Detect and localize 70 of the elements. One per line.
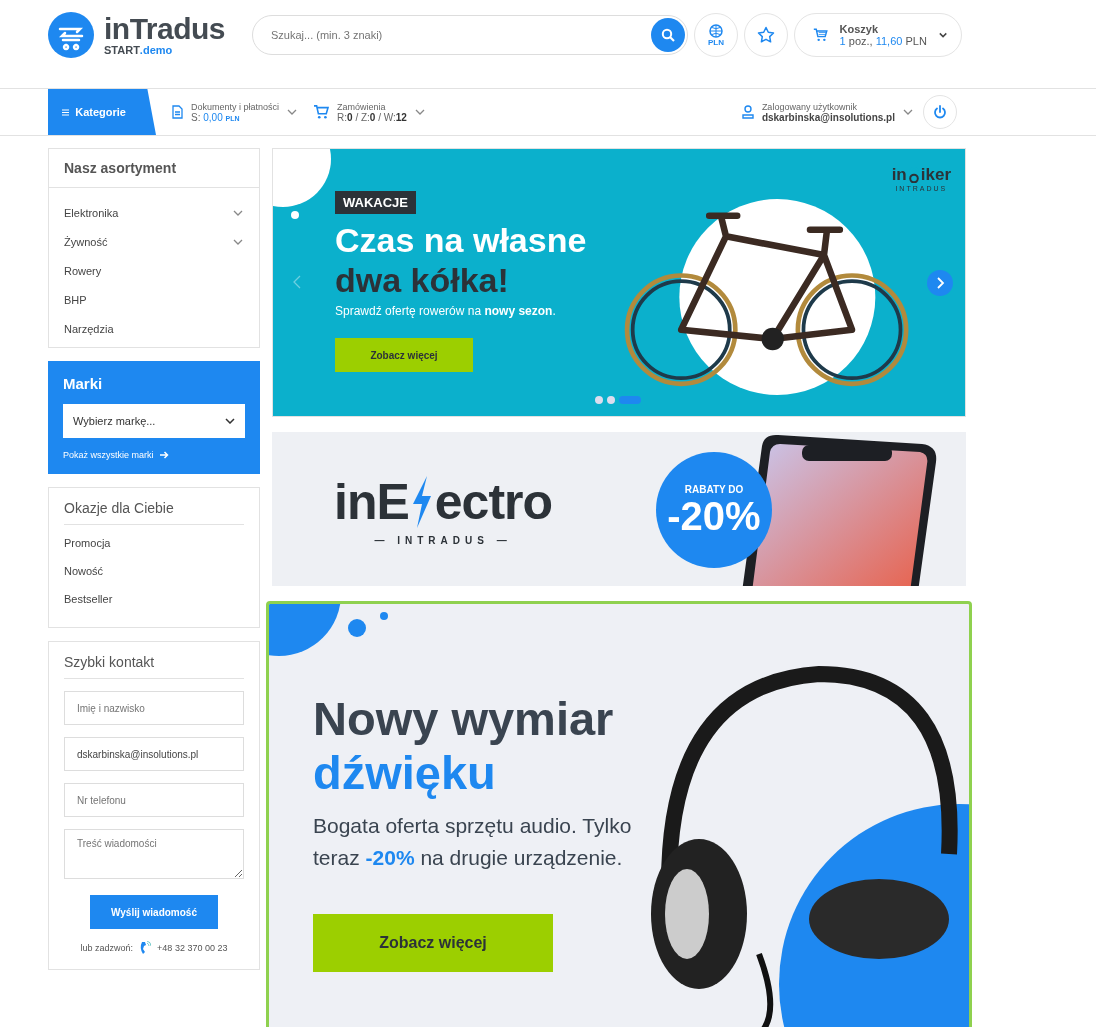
logout-button[interactable] [923, 95, 957, 129]
input-field[interactable]: dskarbinska@insolutions.pl [64, 737, 244, 771]
user-menu[interactable]: Zalogowany użytkownik dskarbinska@insolutions.pl [741, 89, 913, 135]
brand-logo-text: ectro [434, 472, 553, 531]
banner-headline: dwa kółka! [335, 260, 510, 300]
category-item[interactable]: BHP [49, 285, 259, 314]
slide-indicator[interactable] [595, 396, 603, 404]
slide-indicator[interactable] [607, 396, 615, 404]
discount-label: RABATY DO [684, 483, 744, 495]
brand-logo-subtitle: — INTRADUS — [374, 534, 512, 546]
currency-button[interactable]: PLN [694, 13, 738, 57]
cart-logo-icon [48, 12, 94, 58]
banner-text: Sprawdź ofertę rowerów na nowy sezon. [335, 304, 557, 318]
input-field[interactable]: Imię i nazwisko [64, 691, 244, 725]
cart-button[interactable]: Koszyk 1 poz., 11,60 PLN [794, 13, 962, 57]
cart-icon [313, 105, 330, 119]
phone-link[interactable]: +48 32 370 00 23 [157, 943, 228, 953]
logo-text: inTradus [104, 12, 226, 45]
brand-logo-text: inE [334, 472, 409, 531]
chevron-down-icon [903, 109, 913, 115]
search-field[interactable]: Szukaj... (min. 3 znaki) [252, 15, 688, 55]
arrow-right-icon [159, 451, 169, 459]
deal-link[interactable]: Bestseller [64, 585, 244, 613]
send-message-button[interactable]: Wyślij wiadomość [90, 895, 218, 929]
panel-title: Okazje dla Ciebie [64, 500, 244, 525]
category-item[interactable]: Żywność [49, 227, 259, 256]
panel-title: Nasz asortyment [49, 149, 259, 188]
input-field[interactable]: Nr telefonu [64, 783, 244, 817]
banner-headline: Czas na własne [335, 220, 588, 260]
electronics-promo-banner[interactable]: inE ectro — INTRADUS — RABATY DO -20% [272, 432, 966, 586]
banner-text: Bogata oferta sprzętu audio. Tylko teraz -20% na drugie urządzenie. [313, 813, 633, 871]
power-icon [933, 105, 947, 119]
discount-value: -20% [667, 494, 761, 537]
user-icon [741, 105, 754, 119]
menu-icon [62, 106, 70, 118]
next-slide-icon[interactable] [927, 270, 953, 296]
cart-icon [813, 27, 828, 43]
panel-title: Marki [63, 375, 104, 392]
see-more-button[interactable]: Zobacz więcej [335, 338, 473, 372]
message-field[interactable]: Treść wiadomości [64, 829, 244, 879]
category-item[interactable]: Rowery [49, 256, 259, 285]
call-label: lub zadzwoń: [80, 943, 134, 953]
panel-title: Szybki kontakt [64, 654, 244, 679]
banner-headline: dźwięku [313, 746, 497, 800]
category-item[interactable]: Narzędzia [49, 314, 259, 343]
search-icon [661, 28, 675, 42]
star-icon [757, 26, 775, 44]
phone-icon [139, 941, 152, 955]
chevron-down-icon [938, 32, 947, 38]
brand-logo-text: in [891, 165, 907, 185]
season-tag: WAKACJE [335, 191, 416, 214]
deal-link[interactable]: Nowość [64, 557, 244, 585]
banner-headline: Nowy wymiar [313, 692, 615, 746]
chevron-down-icon [414, 109, 425, 115]
favorites-button[interactable] [744, 13, 788, 57]
deal-link[interactable]: Promocja [64, 529, 244, 557]
orders-menu[interactable]: Zamówienia R:0 / Z:0 / W:12 [313, 89, 425, 135]
audio-promo-banner[interactable]: Nowy wymiar dźwięku Bogata oferta sprzętu audio. Tylko teraz -20% na drugie urządzenie. Zobacz więcej [266, 601, 972, 1027]
globe-icon [709, 23, 723, 38]
see-more-button[interactable]: Zobacz więcej [313, 914, 553, 972]
brand-logo-text: iker [920, 165, 951, 185]
logo-subtitle: START.demo [104, 44, 174, 56]
chevron-down-icon [287, 109, 298, 115]
category-item[interactable]: Elektronika [49, 198, 259, 227]
brand-dropdown[interactable]: Wybierz markę... [63, 404, 245, 438]
lightning-icon [410, 475, 433, 528]
document-icon [172, 105, 183, 119]
categories-button[interactable]: Kategorie [48, 89, 156, 135]
chevron-down-icon [225, 418, 235, 424]
all-brands-link[interactable]: Pokaż wszystkie marki [63, 450, 245, 460]
